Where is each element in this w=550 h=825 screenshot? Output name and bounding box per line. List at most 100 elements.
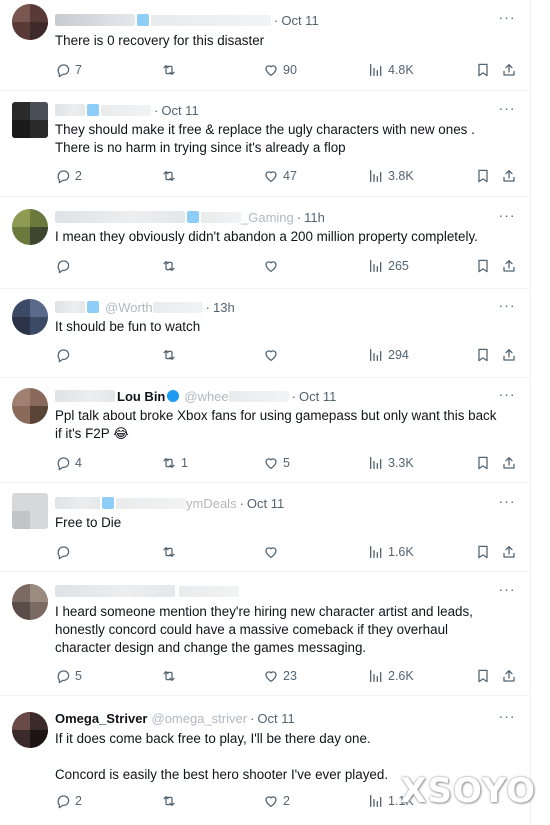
- more-icon[interactable]: ···: [498, 582, 516, 602]
- author-handle[interactable]: [179, 585, 239, 597]
- views-button[interactable]: 4.8K: [368, 62, 414, 78]
- author-name[interactable]: Lou Bin: [117, 389, 165, 404]
- timestamp[interactable]: Oct 11: [281, 13, 318, 28]
- reply-button[interactable]: [55, 544, 75, 560]
- reply-tweet[interactable]: ··· I heard someone mention they're hiri…: [0, 572, 531, 696]
- author-name[interactable]: [55, 14, 135, 26]
- repost-button[interactable]: [161, 793, 181, 809]
- avatar[interactable]: [12, 299, 48, 335]
- reply-tweet[interactable]: · Oct 11 ··· They should make it free & …: [0, 91, 531, 197]
- like-button[interactable]: [263, 544, 283, 560]
- like-button[interactable]: 5: [263, 455, 290, 471]
- author-handle[interactable]: @Worth: [105, 300, 153, 315]
- bookmark-button[interactable]: [475, 62, 495, 78]
- timestamp[interactable]: 11h: [304, 210, 325, 225]
- author-name[interactable]: [55, 585, 175, 597]
- reply-button[interactable]: 5: [55, 668, 82, 684]
- author-name[interactable]: Omega_Striver: [55, 711, 148, 726]
- author-handle[interactable]: [151, 14, 271, 26]
- author-name[interactable]: [55, 497, 100, 509]
- bookmark-button[interactable]: [475, 168, 495, 184]
- repost-button[interactable]: [161, 544, 181, 560]
- share-button[interactable]: [501, 668, 521, 684]
- timestamp[interactable]: Oct 11: [257, 711, 294, 726]
- share-icon: [501, 455, 517, 471]
- author-handle[interactable]: [101, 104, 151, 116]
- like-icon: [263, 544, 279, 560]
- views-button[interactable]: 265: [368, 258, 409, 274]
- bookmark-button[interactable]: [475, 544, 495, 560]
- like-button[interactable]: 2: [263, 793, 290, 809]
- like-button[interactable]: 90: [263, 62, 297, 78]
- views-button[interactable]: 1.6K: [368, 544, 414, 560]
- views-button[interactable]: 294: [368, 347, 409, 363]
- repost-button[interactable]: [161, 258, 181, 274]
- more-icon[interactable]: ···: [498, 298, 516, 318]
- like-button[interactable]: 47: [263, 168, 297, 184]
- share-button[interactable]: [501, 168, 521, 184]
- reply-button[interactable]: 2: [55, 168, 82, 184]
- reply-tweet[interactable]: _Gaming · 11h ··· I mean they obviously …: [0, 197, 531, 289]
- like-icon: [263, 793, 279, 809]
- reply-tweet[interactable]: ymDeals · Oct 11 ··· Free to Die 1.6K: [0, 483, 531, 572]
- reply-tweet[interactable]: Lou Bin @whee · Oct 11 ··· Ppl talk abou…: [0, 378, 531, 483]
- bookmark-button[interactable]: [475, 455, 495, 471]
- views-icon: [368, 455, 384, 471]
- avatar[interactable]: [12, 712, 48, 748]
- repost-button[interactable]: [161, 168, 181, 184]
- avatar[interactable]: [12, 4, 48, 40]
- avatar[interactable]: [12, 584, 48, 620]
- views-button[interactable]: 3.8K: [368, 168, 414, 184]
- timestamp[interactable]: Oct 11: [299, 389, 336, 404]
- reply-button[interactable]: 2: [55, 793, 82, 809]
- bookmark-button[interactable]: [475, 258, 495, 274]
- more-icon[interactable]: ···: [498, 387, 516, 407]
- more-icon[interactable]: ···: [498, 709, 516, 729]
- author-handle[interactable]: @whee: [184, 389, 228, 404]
- view-count: 294: [388, 348, 409, 362]
- views-button[interactable]: 3.3K: [368, 455, 414, 471]
- author-name[interactable]: [55, 211, 185, 223]
- tweet-header: [55, 582, 239, 600]
- views-button[interactable]: 2.6K: [368, 668, 414, 684]
- share-button[interactable]: [501, 347, 521, 363]
- repost-button[interactable]: [161, 347, 181, 363]
- reply-button[interactable]: [55, 347, 75, 363]
- share-button[interactable]: [501, 455, 521, 471]
- author-handle[interactable]: @omega_striver: [152, 711, 248, 726]
- like-button[interactable]: [263, 347, 283, 363]
- reply-tweet[interactable]: · Oct 11 ··· There is 0 recovery for thi…: [0, 0, 531, 91]
- avatar[interactable]: [12, 102, 48, 138]
- avatar[interactable]: [12, 209, 48, 245]
- reply-button[interactable]: 4: [55, 455, 82, 471]
- view-count: 1.6K: [388, 545, 414, 559]
- more-icon[interactable]: ···: [498, 101, 516, 121]
- timestamp[interactable]: Oct 11: [247, 496, 284, 511]
- like-button[interactable]: [263, 258, 283, 274]
- timestamp[interactable]: 13h: [213, 300, 235, 315]
- author-name[interactable]: [55, 301, 85, 313]
- repost-button[interactable]: 1: [161, 455, 188, 471]
- author-handle[interactable]: _Gaming: [241, 210, 294, 225]
- share-button[interactable]: [501, 258, 521, 274]
- more-icon[interactable]: ···: [498, 494, 516, 514]
- author-handle[interactable]: ymDeals: [186, 496, 237, 511]
- share-button[interactable]: [501, 62, 521, 78]
- bookmark-button[interactable]: [475, 668, 495, 684]
- more-icon[interactable]: ···: [498, 10, 516, 30]
- reply-tweet[interactable]: @Worth · 13h ··· It should be fun to wat…: [0, 289, 531, 378]
- bookmark-button[interactable]: [475, 347, 495, 363]
- tweet-header: · Oct 11: [55, 11, 319, 29]
- timestamp[interactable]: Oct 11: [161, 103, 198, 118]
- avatar[interactable]: [12, 388, 48, 424]
- share-button[interactable]: [501, 544, 521, 560]
- like-button[interactable]: 23: [263, 668, 297, 684]
- repost-button[interactable]: [161, 668, 181, 684]
- verified-icon: [102, 497, 114, 509]
- reply-button[interactable]: [55, 258, 75, 274]
- avatar[interactable]: [12, 493, 48, 529]
- more-icon[interactable]: ···: [498, 208, 516, 228]
- author-name[interactable]: [55, 104, 85, 116]
- reply-button[interactable]: 7: [55, 62, 82, 78]
- repost-button[interactable]: [161, 62, 181, 78]
